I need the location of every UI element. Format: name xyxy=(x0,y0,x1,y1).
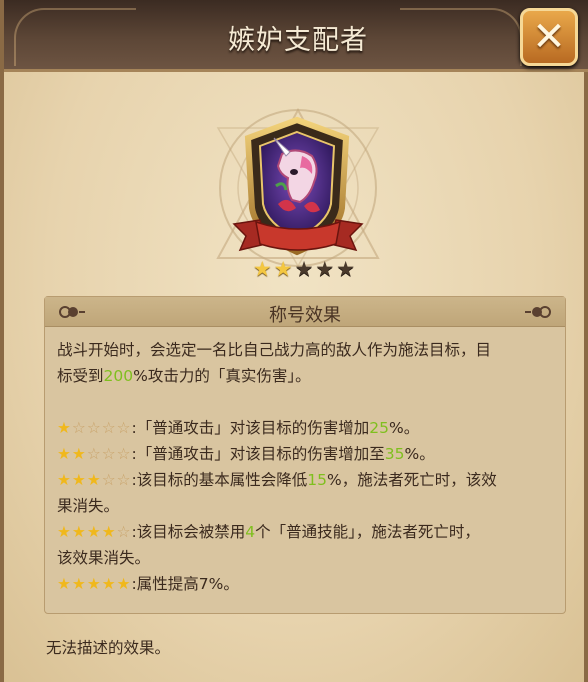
star-filled-icon: ★ xyxy=(57,523,72,541)
highlight-value: 25 xyxy=(369,419,389,437)
star-filled-icon: ★ xyxy=(101,523,117,541)
star-empty-icon: ★ xyxy=(336,257,356,281)
badge-star-rating: ★ ★ ★ ★ ★ xyxy=(244,258,364,282)
intro-text: %攻击力的「真实伤害」。 xyxy=(133,367,311,385)
ornament-icon xyxy=(525,306,551,318)
level-text: %。 xyxy=(389,419,420,437)
page-title: 嫉妒支配者 xyxy=(228,25,368,56)
level-text: %，施法者死亡时，该效 xyxy=(327,471,497,489)
star-filled-icon: ★ xyxy=(71,575,87,593)
star-empty-icon: ★ xyxy=(315,257,335,281)
star-empty-icon: ☆ xyxy=(101,445,117,463)
level-text: :属性提高7%。 xyxy=(131,575,239,593)
star-empty-icon: ☆ xyxy=(86,419,102,437)
star-empty-icon: ☆ xyxy=(116,471,132,489)
title-detail-panel: 嫉妒支配者 ✕ ★ ★ ★ ★ ★ 称号效果 战斗开始时，会选定一名比自己战力高… xyxy=(0,0,588,682)
star-filled-icon: ★ xyxy=(71,445,87,463)
star-filled-icon: ★ xyxy=(71,471,87,489)
star-empty-icon: ☆ xyxy=(116,523,132,541)
level-2-line: ★★☆☆☆:「普通攻击」对该目标的伤害增加至35%。 xyxy=(57,441,557,467)
star-empty-icon: ☆ xyxy=(101,419,117,437)
effect-header: 称号效果 xyxy=(45,297,565,327)
star-filled-icon: ★ xyxy=(101,575,117,593)
effect-box: 称号效果 战斗开始时，会选定一名比自己战力高的敌人作为施法目标，目 标受到200… xyxy=(44,296,566,614)
star-filled-icon: ★ xyxy=(86,471,102,489)
level-text: %。 xyxy=(404,445,435,463)
star-empty-icon: ☆ xyxy=(116,445,132,463)
highlight-value: 200 xyxy=(103,367,134,385)
footer-description: 无法描述的效果。 xyxy=(46,639,171,657)
level-stars: ★★☆☆☆ xyxy=(57,445,132,463)
star-filled-icon: ★ xyxy=(57,445,72,463)
level-stars: ★★★☆☆ xyxy=(57,471,132,489)
level-text: :「普通攻击」对该目标的伤害增加至 xyxy=(131,445,385,463)
level-5-line: ★★★★★:属性提高7%。 xyxy=(57,571,557,597)
star-filled-icon: ★ xyxy=(71,523,87,541)
star-filled-icon: ★ xyxy=(57,471,72,489)
highlight-value: 4 xyxy=(245,523,256,541)
badge-ribbon xyxy=(232,219,364,252)
highlight-value: 35 xyxy=(384,445,405,463)
star-empty-icon: ☆ xyxy=(101,471,117,489)
star-empty-icon: ★ xyxy=(294,257,314,281)
level-3-continuation: 果消失。 xyxy=(57,497,120,515)
star-filled-icon: ★ xyxy=(57,419,72,437)
effect-title: 称号效果 xyxy=(269,305,341,326)
level-text: :该目标的基本属性会降低 xyxy=(131,471,308,489)
intro-line-1: 战斗开始时，会选定一名比自己战力高的敌人作为施法目标，目 xyxy=(57,341,492,359)
star-filled-icon: ★ xyxy=(273,257,293,281)
close-icon: ✕ xyxy=(532,14,566,60)
star-filled-icon: ★ xyxy=(116,575,132,593)
star-filled-icon: ★ xyxy=(57,575,72,593)
close-button[interactable]: ✕ xyxy=(520,8,578,66)
highlight-value: 15 xyxy=(307,471,327,489)
effect-description: 战斗开始时，会选定一名比自己战力高的敌人作为施法目标，目 标受到200%攻击力的… xyxy=(57,337,557,597)
level-stars: ★★★★★ xyxy=(57,575,132,593)
level-4-continuation: 该效果消失。 xyxy=(57,549,151,567)
title-bar: 嫉妒支配者 xyxy=(4,0,588,72)
star-filled-icon: ★ xyxy=(86,575,102,593)
level-stars: ★★★★☆ xyxy=(57,523,132,541)
level-text: 个「普通技能」，施法者死亡时， xyxy=(255,523,480,541)
star-empty-icon: ☆ xyxy=(86,445,102,463)
level-4-line: ★★★★☆:该目标会被禁用4个「普通技能」，施法者死亡时， xyxy=(57,519,557,545)
level-stars: ★☆☆☆☆ xyxy=(57,419,132,437)
level-text: :「普通攻击」对该目标的伤害增加 xyxy=(131,419,370,437)
intro-line-2: 标受到200%攻击力的「真实伤害」。 xyxy=(57,363,557,389)
level-1-line: ★☆☆☆☆:「普通攻击」对该目标的伤害增加25%。 xyxy=(57,415,557,441)
star-filled-icon: ★ xyxy=(252,257,272,281)
level-text: :该目标会被禁用 xyxy=(131,523,246,541)
star-empty-icon: ☆ xyxy=(71,419,87,437)
star-filled-icon: ★ xyxy=(86,523,102,541)
star-empty-icon: ☆ xyxy=(116,419,132,437)
level-3-line: ★★★☆☆:该目标的基本属性会降低15%，施法者死亡时，该效 xyxy=(57,467,557,493)
intro-text: 标受到 xyxy=(57,367,104,385)
